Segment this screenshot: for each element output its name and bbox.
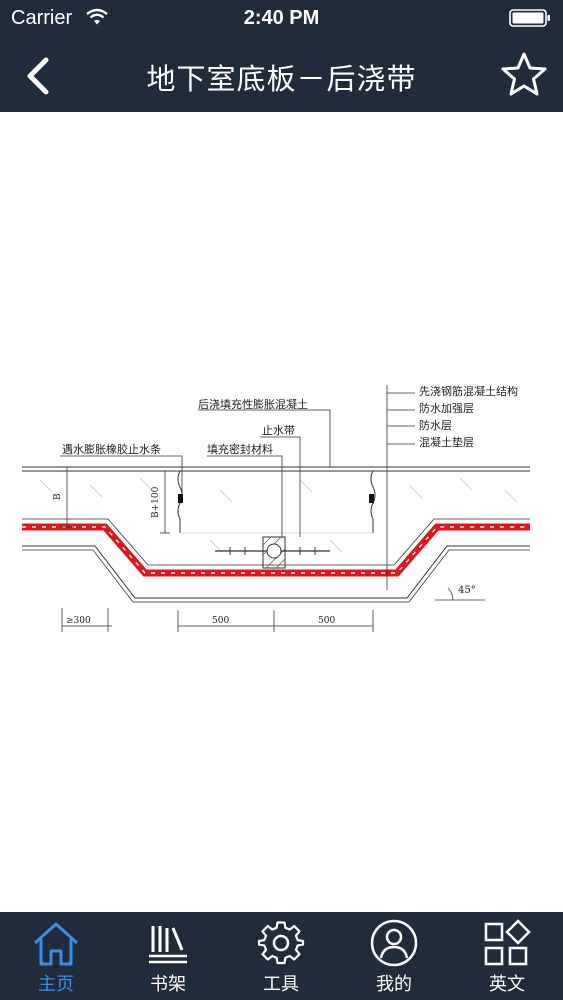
grid-icon [484,919,531,966]
app-header: Carrier 2:40 PM 地下室底板－后浇带 [0,0,563,112]
concrete-hatch [39,477,518,553]
clock: 2:40 PM [243,7,320,29]
battery-icon [509,9,550,27]
nav-bar: 地下室底板－后浇带 [0,38,563,112]
leader-post-cast [198,409,331,467]
leader-sealant [207,455,283,537]
tab-mine[interactable]: 我的 [338,912,450,1000]
tab-english[interactable]: 英文 [451,912,563,1000]
back-button[interactable] [18,54,58,98]
tab-bookshelf[interactable]: 书架 [112,912,224,1000]
tab-mine-label: 我的 [376,974,412,995]
label-post-cast-concrete: 后浇填充性膨胀混凝土 [198,397,308,411]
tab-tools-label: 工具 [263,974,299,995]
label-sealant: 填充密封材料 [207,442,273,456]
tab-tools[interactable]: 工具 [225,912,337,1000]
angle-arc [447,587,454,601]
label-dim-300: ≥300 [66,616,91,626]
label-waterstop: 止水带 [262,424,295,437]
tab-home[interactable]: 主页 [0,912,112,1000]
label-waterproof: 防水层 [419,418,452,432]
label-cushion: 混凝土垫层 [419,435,474,449]
label-waterproof-reinforce: 防水加强层 [419,401,474,415]
tab-bookshelf-label: 书架 [150,974,186,995]
label-first-cast: 先浇钢筋混凝土结构 [419,384,518,398]
leader-swelling-strip [60,455,183,494]
tab-english-label: 英文 [489,974,525,995]
swelling-strip-left [178,494,183,503]
swelling-strip-right [369,494,374,503]
gear-icon [257,921,305,965]
construction-detail-drawing: 后浇填充性膨胀混凝土 止水带 填充密封材料 遇水膨胀橡胶止水条 先浇钢筋混凝土结… [0,112,563,912]
page-title: 地下室底板－后浇带 [146,62,417,96]
waterstop-bulb [266,543,282,559]
favorite-button[interactable] [499,50,549,100]
home-icon [33,922,79,966]
tab-home-label: 主页 [38,974,74,995]
label-dim-b: B [53,493,63,500]
label-dim-500-right: 500 [318,616,335,626]
status-bar: Carrier 2:40 PM [0,0,563,38]
user-icon [370,919,418,967]
bookshelf-icon [149,926,187,964]
chevron-left-icon [27,57,49,95]
tab-bar: 主页 书架 工具 我的 英文 [0,912,563,1000]
label-swelling-strip: 遇水膨胀橡胶止水条 [62,442,161,456]
label-dim-b100: B+100 [151,486,161,518]
star-icon [501,52,547,96]
leader-layers-ticks [387,392,415,445]
label-dim-500-left: 500 [212,616,229,626]
label-angle: 45° [458,585,476,596]
section-diagram: 后浇填充性膨胀混凝土 止水带 填充密封材料 遇水膨胀橡胶止水条 先浇钢筋混凝土结… [22,384,530,632]
